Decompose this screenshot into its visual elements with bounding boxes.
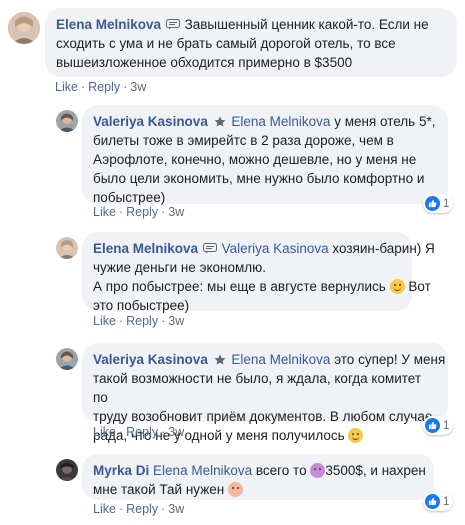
comment-author[interactable]: Elena Melnikova (56, 17, 161, 32)
comment-text-line: Завышенный ценник какой-то. Если не (184, 17, 429, 32)
like-link[interactable]: Like (55, 80, 78, 94)
separator: · (123, 80, 128, 94)
comment-author[interactable]: Valeriya Kasinova (93, 352, 208, 367)
comment-text-line: хозяин-барин) Я (332, 241, 435, 256)
comment-text-line: это супер! У меня (334, 352, 446, 367)
comment-text-line: Вот (408, 279, 431, 294)
reply-link[interactable]: Reply (126, 502, 158, 516)
like-link[interactable]: Like (93, 502, 116, 516)
comment-text-line: такой возможности не было, я ждала, когд… (93, 371, 422, 405)
comment-text-line: труду возобновит приём документов. В люб… (93, 409, 437, 424)
star-badge-icon (214, 116, 226, 127)
comment-bubble: Valeriya Kasinova Elena Melnikova у меня… (82, 105, 448, 205)
avatar[interactable] (56, 459, 78, 481)
comment-actions: Like · Reply · 3w (55, 80, 146, 94)
avatar[interactable] (56, 110, 78, 132)
comment-bubble: Elena Melnikova Завышенный ценник какой-… (45, 8, 457, 77)
avatar-photo (8, 12, 40, 44)
reaction-number: 1 (443, 419, 450, 432)
avatar[interactable] (8, 12, 40, 44)
reaction-count[interactable]: 1 (423, 492, 454, 511)
star-badge-icon (214, 354, 226, 365)
comment-text-line: 3500$, и нахрен (325, 463, 426, 478)
mention-link[interactable]: Elena Melnikova (153, 463, 252, 478)
reply-link[interactable]: Reply (88, 80, 120, 94)
comment-text-line: чужие деньги не экономлю. (93, 260, 267, 275)
reaction-number: 1 (443, 197, 450, 210)
separator: · (161, 314, 166, 328)
separator: · (118, 205, 124, 219)
separator: · (161, 425, 166, 439)
chat-badge-icon (165, 19, 180, 30)
like-link[interactable]: Like (93, 425, 116, 439)
comment-actions: Like · Reply · 3w (93, 314, 184, 328)
comment-author[interactable]: Elena Melnikova (93, 241, 198, 256)
comment-text-line: мне такой Тай нужен (93, 482, 225, 497)
comment-bubble: Myrka Di Elena Melnikova всего то 3500$,… (82, 454, 434, 500)
comment-text-line: у меня отель 5*, (334, 114, 436, 129)
comment-actions: Like · Reply · 3w (93, 205, 184, 219)
separator: · (118, 502, 124, 516)
chat-badge-icon (202, 243, 217, 254)
like-reaction-icon (425, 196, 440, 211)
separator: · (118, 425, 124, 439)
avatar[interactable] (56, 348, 78, 370)
comment-text-line: вышеизложенное обходится примерно в $350… (56, 55, 353, 70)
smile-emoji-icon (348, 428, 364, 443)
mention-link[interactable]: Valeriya Kasinova (222, 241, 329, 256)
comment-actions: Like · Reply · 3w (93, 425, 184, 439)
comment-author[interactable]: Myrka Di (93, 463, 149, 478)
reaction-count[interactable]: 1 (423, 416, 454, 435)
comment-author[interactable]: Valeriya Kasinova (93, 114, 208, 129)
comment-actions: Like · Reply · 3w (93, 502, 184, 516)
avatar-photo (56, 459, 78, 481)
reply-link[interactable]: Reply (126, 314, 158, 328)
comment-text-line: всего то (255, 463, 307, 478)
timestamp[interactable]: 3w (130, 80, 146, 94)
separator: · (161, 205, 166, 219)
comment-text-line: это побыстрее) (93, 298, 190, 313)
smiling-blush-emoji-icon (389, 279, 405, 294)
comment-text-line: билеты тоже в эмирейтс в 2 раза дороже, … (93, 133, 394, 148)
timestamp[interactable]: 3w (168, 502, 184, 516)
separator: · (80, 80, 86, 94)
timestamp[interactable]: 3w (168, 205, 184, 219)
reply-link[interactable]: Reply (126, 205, 158, 219)
like-link[interactable]: Like (93, 314, 116, 328)
avatar[interactable] (56, 237, 78, 259)
woman-emoji-icon (310, 463, 326, 478)
avatar-photo (56, 110, 78, 132)
avatar-photo (56, 348, 78, 370)
avatar-photo (56, 237, 78, 259)
comment-text-line: сходить с ума и не брать самый дорогой о… (56, 36, 396, 51)
reaction-number: 1 (443, 495, 450, 508)
comment-bubble: Valeriya Kasinova Elena Melnikova это су… (82, 343, 448, 443)
reaction-count[interactable]: 1 (423, 194, 454, 213)
separator: · (118, 314, 124, 328)
reply-link[interactable]: Reply (126, 425, 158, 439)
comment-text-line: А про побыстрее: мы еще в августе вернул… (93, 279, 386, 294)
timestamp[interactable]: 3w (168, 425, 184, 439)
like-reaction-icon (425, 494, 440, 509)
woman-gesturing-emoji-icon (227, 482, 243, 497)
like-reaction-icon (425, 418, 440, 433)
comment-text-line: было цели экономить, мне нужно было комф… (93, 171, 425, 186)
mention-link[interactable]: Elena Melnikova (231, 114, 330, 129)
separator: · (161, 502, 166, 516)
comment-text-line: Аэрофлоте, конечно, можно дешевле, но у … (93, 152, 417, 167)
like-link[interactable]: Like (93, 205, 116, 219)
mention-link[interactable]: Elena Melnikova (231, 352, 330, 367)
comment-bubble: Elena Melnikova Valeriya Kasinova хозяин… (82, 232, 435, 313)
timestamp[interactable]: 3w (168, 314, 184, 328)
